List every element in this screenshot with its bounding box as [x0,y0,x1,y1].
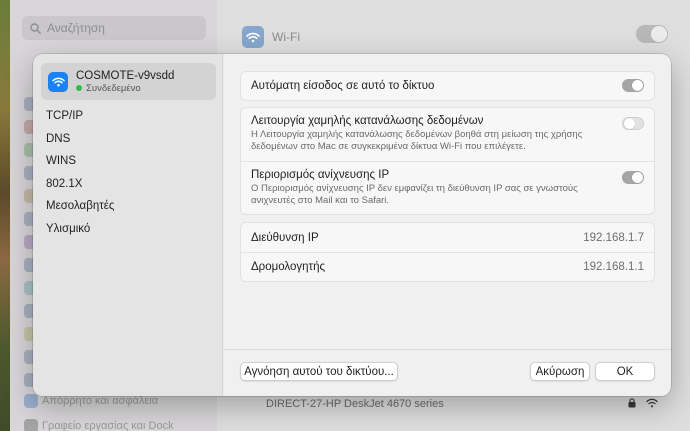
auto-join-toggle[interactable] [622,79,644,92]
sheet-sidebar: COSMOTE-v9vsdd Συνδεδεμένο TCP/IP DNS WI… [33,54,223,396]
forget-network-button[interactable]: Αγνόηση αυτού του δικτύου... [240,362,398,381]
sheet-sidebar-list: TCP/IP DNS WINS 802.1X Μεσολαβητές Υλισμ… [46,105,114,240]
router-value: 192.168.1.1 [583,261,644,273]
sidebar-item-hardware[interactable]: Υλισμικό [46,218,114,241]
wifi-icon [48,71,68,92]
sheet-content: Αυτόματη είσοδος σε αυτό το δίκτυο Λειτο… [224,54,671,396]
sidebar-item-desktop-dock[interactable]: Γραφείο εργασίας και Dock [42,420,174,431]
wifi-row: Wi-Fi [242,24,672,50]
ip-address-label: Διεύθυνση IP [251,231,319,244]
dock-icon [24,419,38,431]
search-placeholder: Αναζήτηση [47,21,105,35]
auto-join-row: Αυτόματη είσοδος σε αυτό το δίκτυο [241,72,654,100]
limit-ip-tracking-label: Περιορισμός ανίχνευσης IP [251,169,390,181]
search-icon [30,22,41,34]
network-name: COSMOTE-v9vsdd [76,69,175,82]
connected-status-dot [76,85,82,91]
sidebar-item-dns[interactable]: DNS [46,128,114,151]
ip-address-value: 192.168.1.7 [583,231,644,244]
network-status-label: Συνδεδεμένο [86,82,141,94]
low-data-toggle[interactable] [622,117,644,130]
limit-ip-tracking-description: Ο Περιορισμός ανίχνευσης IP δεν εμφανίζε… [251,183,578,206]
network-details-sheet: COSMOTE-v9vsdd Συνδεδεμένο TCP/IP DNS WI… [33,54,671,396]
cancel-button[interactable]: Ακύρωση [530,362,590,381]
addresses-group: Διεύθυνση IP 192.168.1.7 Δρομολογητής 19… [240,222,655,282]
lock-icon [628,398,636,408]
printer-network-icons [628,398,658,408]
limit-ip-tracking-row: Περιορισμός ανίχνευσης IP Ο Περιορισμός … [241,161,654,214]
footer-divider [224,349,671,350]
router-label: Δρομολογητής [251,261,326,273]
sidebar-item-wins[interactable]: WINS [46,150,114,173]
sidebar-item-8021x[interactable]: 802.1X [46,173,114,196]
wifi-toggle[interactable] [636,25,668,43]
ok-button[interactable]: OK [595,362,655,381]
wifi-icon [242,26,264,48]
wifi-signal-icon [646,398,658,408]
router-row: Δρομολογητής 192.168.1.1 [241,252,654,281]
printer-network-name[interactable]: DIRECT-27-HP DeskJet 4670 series [266,398,444,410]
auto-join-group: Αυτόματη είσοδος σε αυτό το δίκτυο [240,71,655,101]
limit-ip-tracking-toggle[interactable] [622,171,644,184]
hand-icon [24,394,38,408]
search-field[interactable]: Αναζήτηση [22,16,206,40]
selected-network[interactable]: COSMOTE-v9vsdd Συνδεδεμένο [41,63,216,100]
sidebar-item-privacy[interactable]: Απόρρητο και ασφάλεια [42,395,158,407]
low-data-label: Λειτουργία χαμηλής κατανάλωσης δεδομένων [251,115,484,127]
low-data-row: Λειτουργία χαμηλής κατανάλωσης δεδομένων… [241,108,654,161]
wifi-label: Wi-Fi [272,30,300,44]
sidebar-item-proxies[interactable]: Μεσολαβητές [46,195,114,218]
sidebar-item-tcpip[interactable]: TCP/IP [46,105,114,128]
data-privacy-group: Λειτουργία χαμηλής κατανάλωσης δεδομένων… [240,107,655,215]
network-status: Συνδεδεμένο [76,83,174,94]
auto-join-label: Αυτόματη είσοδος σε αυτό το δίκτυο [251,80,435,92]
low-data-description: Η Λειτουργία χαμηλής κατανάλωσης δεδομέν… [251,129,583,152]
ip-address-row: Διεύθυνση IP 192.168.1.7 [241,223,654,252]
